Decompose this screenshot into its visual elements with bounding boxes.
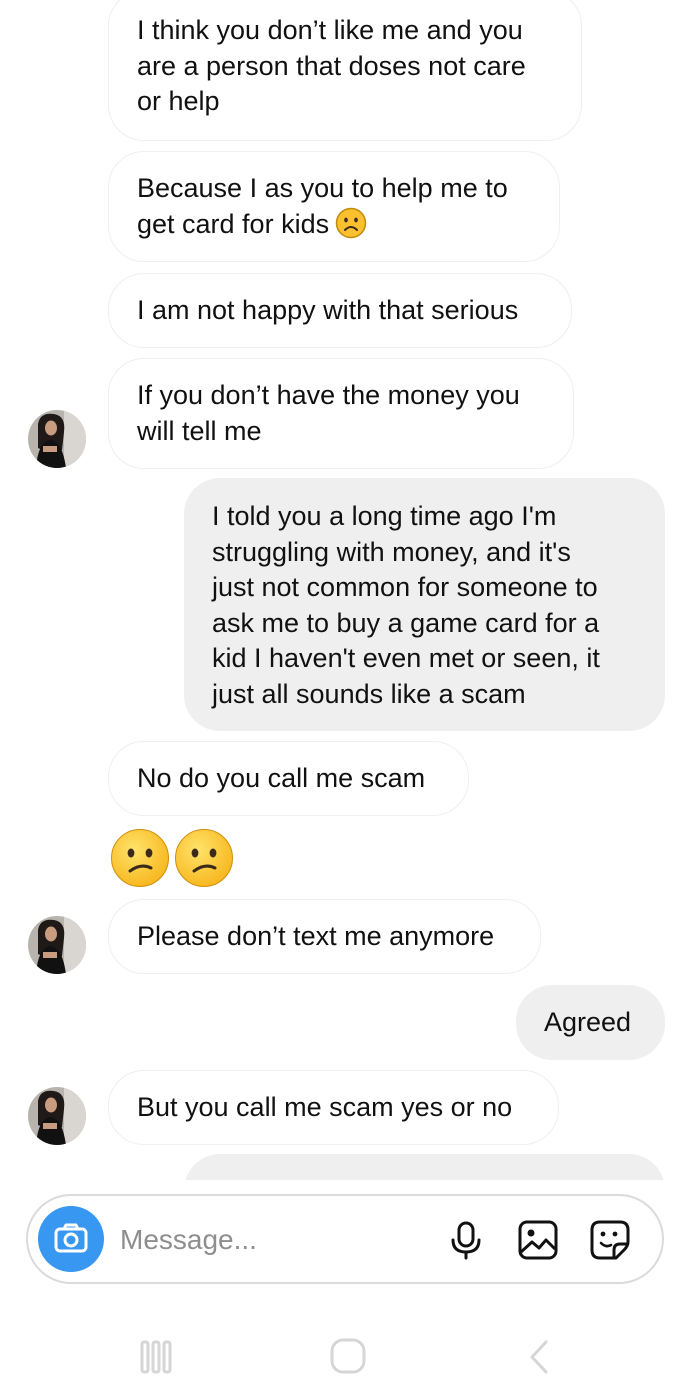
message-thread[interactable]: I think you don’t like me and you are a …: [0, 0, 690, 1180]
recent-apps-button[interactable]: [132, 1336, 180, 1378]
system-navigation-bar: [0, 1310, 690, 1397]
microphone-icon: [451, 1221, 481, 1260]
outgoing-message[interactable]: Agreed: [516, 985, 665, 1060]
message-line: kid I haven't even met or seen, it: [212, 643, 600, 673]
gallery-button[interactable]: [516, 1218, 560, 1262]
confused-face-icon: [175, 829, 233, 887]
incoming-message[interactable]: If you don’t have the money you will tel…: [108, 358, 574, 469]
incoming-message[interactable]: I think you don’t like me and you are a …: [108, 0, 582, 141]
message-composer: [26, 1194, 664, 1284]
sticker-icon: [590, 1220, 630, 1260]
message-line: or help: [137, 86, 220, 116]
outgoing-message-partial[interactable]: [184, 1154, 665, 1180]
message-line: Please don’t text me anymore: [137, 921, 495, 951]
incoming-message[interactable]: I am not happy with that serious: [108, 273, 572, 348]
avatar[interactable]: [28, 410, 86, 468]
message-line: will tell me: [137, 415, 262, 446]
dm-screen: I think you don’t like me and you are a …: [0, 0, 690, 1397]
camera-button[interactable]: [38, 1206, 104, 1272]
home-button[interactable]: [324, 1336, 372, 1378]
frowning-face-icon: [335, 207, 367, 238]
message-line: ask me to buy a game card for a: [212, 607, 600, 638]
message-line: I am not happy with that serious: [137, 295, 519, 325]
incoming-message[interactable]: But you call me scam yes or no: [108, 1070, 559, 1145]
message-line: No do you call me scam: [137, 763, 426, 793]
message-line: Because I as you to help me to: [137, 173, 508, 203]
message-line: I told you a long time ago I'm: [212, 501, 557, 531]
confused-face-icon: [111, 829, 169, 887]
home-icon: [330, 1338, 366, 1374]
message-line: struggling with money, and it's: [212, 536, 571, 567]
message-line: get card for kids: [137, 207, 531, 243]
message-input[interactable]: [120, 1220, 420, 1260]
back-icon: [530, 1340, 548, 1374]
message-line: just not common for someone to: [212, 572, 598, 602]
gallery-icon: [518, 1220, 558, 1260]
avatar[interactable]: [28, 916, 86, 974]
microphone-button[interactable]: [444, 1218, 488, 1262]
incoming-message[interactable]: Please don’t text me anymore: [108, 899, 541, 974]
message-line-text: get card for kids: [137, 208, 330, 239]
outgoing-message[interactable]: I told you a long time ago I'm strugglin…: [184, 478, 665, 731]
message-line: If you don’t have the money you: [137, 380, 520, 410]
message-line: are a person that doses not care: [137, 50, 526, 81]
message-line: just all sounds like a scam: [212, 678, 526, 709]
message-line: I think you don’t like me and you: [137, 15, 523, 45]
emoji-message[interactable]: [110, 828, 234, 888]
message-line: But you call me scam yes or no: [137, 1092, 513, 1122]
avatar[interactable]: [28, 1087, 86, 1145]
incoming-message[interactable]: No do you call me scam: [108, 741, 469, 816]
incoming-message[interactable]: Because I as you to help me to get card …: [108, 151, 560, 262]
recent-apps-icon: [140, 1340, 172, 1374]
camera-icon: [54, 1223, 88, 1253]
sticker-button[interactable]: [588, 1218, 632, 1262]
message-line: Agreed: [544, 1007, 632, 1037]
back-button[interactable]: [516, 1336, 564, 1378]
